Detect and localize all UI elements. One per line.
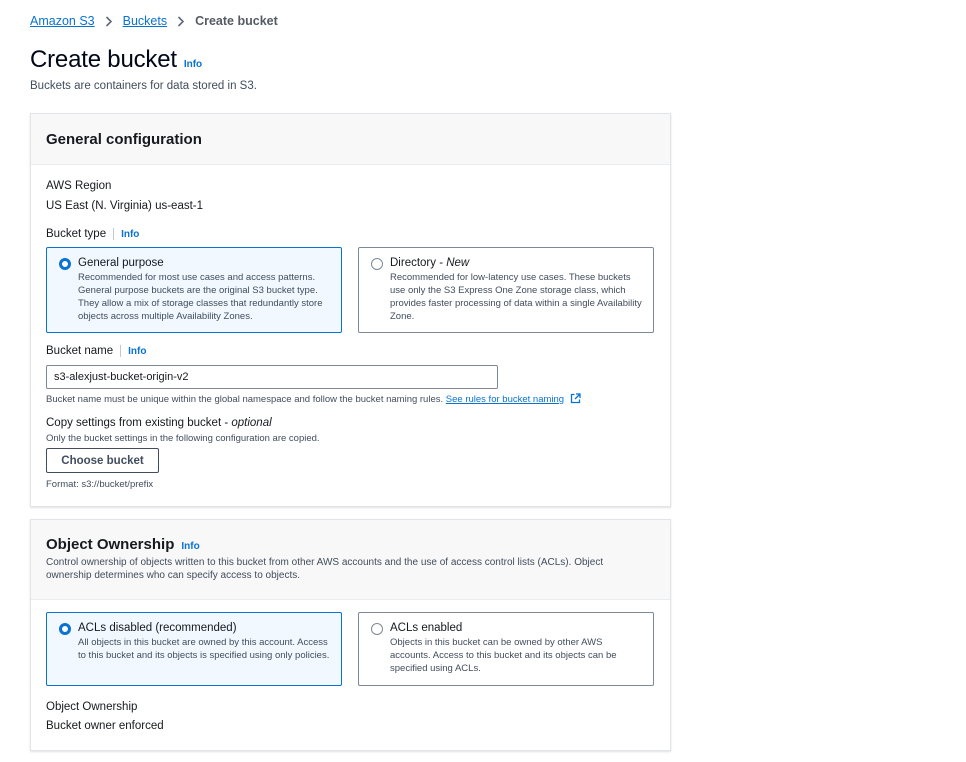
object-ownership-header: Object Ownership Info Control ownership … [31,520,670,600]
acls-disabled-title: ACLs disabled (recommended) [78,622,237,634]
bucket-type-general-purpose[interactable]: General purpose Recommended for most use… [46,247,342,333]
bucket-type-directory-desc: Recommended for low-latency use cases. T… [390,272,642,322]
choose-bucket-button[interactable]: Choose bucket [46,448,159,473]
object-ownership-title: Object Ownership [46,536,175,553]
radio-unselected[interactable] [371,623,383,635]
aws-region-value: US East (N. Virginia) us-east-1 [46,200,204,212]
aws-region-label: AWS Region [46,180,112,192]
object-ownership-field-value: Bucket owner enforced [46,720,164,732]
bucket-type-info-link[interactable]: Info [121,229,139,240]
new-tag: New [446,257,470,269]
acls-enabled-title: ACLs enabled [390,622,463,634]
acls-disabled-option[interactable]: ACLs disabled (recommended) All objects … [46,612,342,686]
bucket-name-label-row: Bucket name Info [46,345,146,357]
page-title: Create bucket [30,46,177,73]
bucket-name-label: Bucket name [46,345,114,357]
bucket-type-directory-title: Directory - New [390,257,643,269]
breadcrumb-current: Create bucket [195,14,278,28]
page-info-link[interactable]: Info [184,59,202,70]
optional-tag: optional [231,417,272,429]
bucket-type-directory-title-text: Directory - [390,257,447,269]
format-hint: Format: s3://bucket/prefix [46,479,154,490]
radio-selected[interactable] [59,258,71,270]
breadcrumb-link-buckets[interactable]: Buckets [123,14,167,28]
object-ownership-field-label: Object Ownership [46,701,138,713]
page-subtitle: Buckets are containers for data stored i… [30,80,257,92]
copy-settings-label: Copy settings from existing bucket - opt… [46,417,272,429]
bucket-name-hint: Bucket name must be unique within the gl… [46,393,581,407]
label-divider [120,345,122,357]
page-header: Create bucket Info [30,46,202,74]
bucket-naming-rules-link[interactable]: See rules for bucket naming [446,394,564,405]
bucket-type-directory[interactable]: Directory - New Recommended for low-late… [358,247,654,333]
external-link-icon [570,393,581,407]
radio-unselected[interactable] [371,258,383,270]
object-ownership-panel: Object Ownership Info Control ownership … [30,519,671,751]
breadcrumb: Amazon S3 Buckets Create bucket [30,14,278,28]
object-ownership-desc: Control ownership of objects written to … [46,557,604,581]
bucket-type-label-row: Bucket type Info [46,228,139,240]
copy-settings-label-text: Copy settings from existing bucket - [46,417,232,429]
acls-enabled-desc: Objects in this bucket can be owned by o… [390,637,617,674]
bucket-type-label: Bucket type [46,228,107,240]
bucket-type-general-purpose-desc: Recommended for most use cases and acces… [78,272,323,322]
acls-disabled-desc: All objects in this bucket are owned by … [78,637,330,661]
copy-settings-desc: Only the bucket settings in the followin… [46,433,320,444]
radio-selected[interactable] [59,623,71,635]
object-ownership-title-row: Object Ownership Info [46,536,655,553]
acls-enabled-option[interactable]: ACLs enabled Objects in this bucket can … [358,612,654,686]
chevron-right-icon [105,15,113,27]
general-configuration-title: General configuration [46,130,202,148]
breadcrumb-link-amazon-s3[interactable]: Amazon S3 [30,14,95,28]
general-configuration-panel: General configuration AWS Region US East… [30,113,671,507]
bucket-name-info-link[interactable]: Info [128,346,146,357]
object-ownership-info-link[interactable]: Info [181,541,199,552]
general-configuration-header: General configuration [31,114,670,165]
label-divider [113,228,115,240]
bucket-type-general-purpose-title: General purpose [78,257,164,269]
chevron-right-icon [177,15,185,27]
bucket-name-input[interactable] [46,365,498,389]
bucket-name-hint-text: Bucket name must be unique within the gl… [46,394,444,405]
